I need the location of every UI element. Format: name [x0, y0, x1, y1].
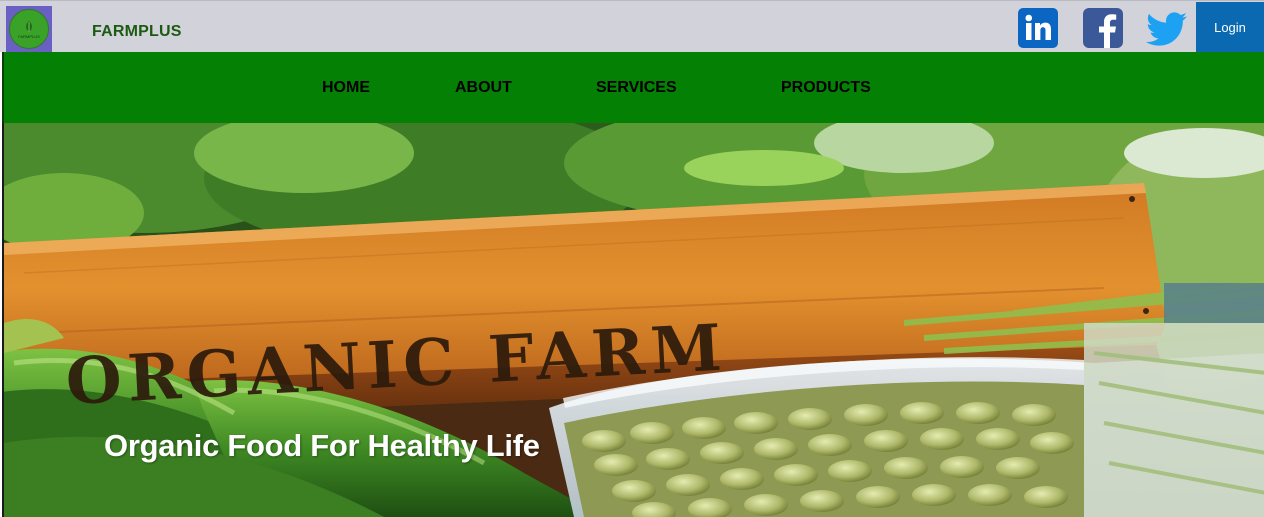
linkedin-icon[interactable] — [1018, 8, 1058, 48]
nav-services[interactable]: SERVICES — [596, 79, 677, 97]
login-button[interactable]: Login — [1196, 2, 1264, 52]
nav-about[interactable]: ABOUT — [455, 79, 512, 97]
top-bar: FARMPLUS FARMPLUS Login — [0, 0, 1264, 52]
twitter-icon[interactable] — [1146, 8, 1188, 48]
logo-text: FARMPLUS — [18, 33, 40, 39]
nav-home[interactable]: HOME — [322, 79, 370, 97]
site-logo[interactable]: FARMPLUS — [6, 6, 52, 52]
hero-banner: ORGANIC FARM Organic Food For Healthy Li… — [2, 123, 1264, 517]
main-navigation: HOME ABOUT SERVICES PRODUCTS — [2, 52, 1264, 123]
brand-name[interactable]: FARMPLUS — [92, 23, 182, 41]
logo-badge: FARMPLUS — [9, 9, 49, 49]
leaf-icon — [26, 20, 32, 32]
nav-products[interactable]: PRODUCTS — [781, 79, 871, 97]
facebook-icon[interactable] — [1083, 8, 1123, 48]
hero-title: Organic Food For Healthy Life — [104, 428, 540, 463]
